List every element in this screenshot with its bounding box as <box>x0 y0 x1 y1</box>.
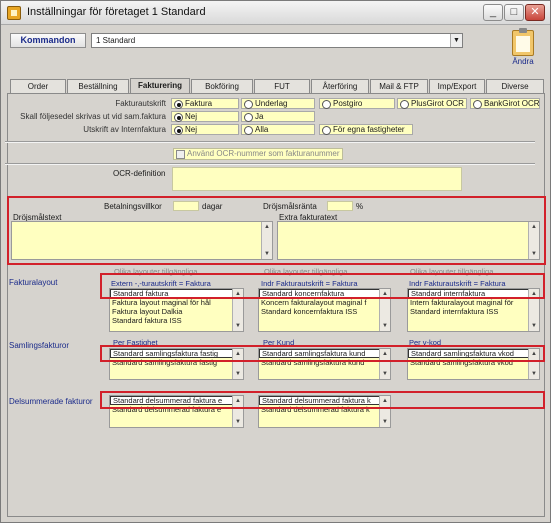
radio-intern-nej[interactable]: Nej <box>171 124 239 135</box>
list-item[interactable]: Faktura layout Dalkia <box>110 307 243 316</box>
chevron-down-icon[interactable]: ▼ <box>450 34 462 47</box>
scroll-down-icon[interactable]: ▼ <box>234 418 242 426</box>
list-item[interactable]: Standard koncernfaktura ISS <box>259 307 390 316</box>
foljesedel-label: Skall följesedel skrivas ut vid sam.fakt… <box>20 112 166 121</box>
company-select-value: 1 Standard <box>96 36 136 45</box>
scroll-down-icon[interactable]: ▼ <box>530 322 538 330</box>
minimize-button[interactable]: _ <box>483 4 503 21</box>
toolbar: Kommandon 1 Standard ▼ Ändra <box>1 26 550 74</box>
tab-imp-export[interactable]: Imp/Export <box>429 79 485 93</box>
settings-window: Inställningar för företaget 1 Standard _… <box>0 0 551 523</box>
samlingsfakturor-label: Samlingsfakturor <box>9 341 70 350</box>
company-select[interactable]: 1 Standard ▼ <box>91 33 463 48</box>
andra-button[interactable]: Ändra <box>506 28 540 70</box>
title-bar: Inställningar för företaget 1 Standard _… <box>1 1 550 25</box>
ocr-number-checkbox[interactable]: Använd OCR-nummer som fakturanummer <box>173 148 343 160</box>
tab-mail-ftp[interactable]: Mail & FTP <box>370 79 428 93</box>
scrollbar[interactable]: ▲ ▼ <box>528 222 539 259</box>
divider <box>5 163 535 165</box>
list-item[interactable]: Faktura layout maginal för hål <box>110 298 243 307</box>
scrollbar[interactable]: ▲ ▼ <box>261 222 272 259</box>
betalningsvillkor-field[interactable] <box>173 201 199 211</box>
radio-intern-egna-fastigheter[interactable]: För egna fastigheter <box>319 124 413 135</box>
betalningsvillkor-label: Betalningsvillkor <box>104 202 162 211</box>
fakturalayout-label: Fakturalayout <box>9 278 58 287</box>
tab-bestallning[interactable]: Beställning <box>67 79 129 93</box>
radio-intern-alla[interactable]: Alla <box>241 124 315 135</box>
ocr-definition-label: OCR-definition <box>113 169 166 178</box>
radio-foljesedel-ja[interactable]: Ja <box>241 111 315 122</box>
tab-strip: Order Beställning Fakturering Bokföring … <box>7 78 545 93</box>
highlight-delsummerade <box>100 391 545 409</box>
window-title: Inställningar för företaget 1 Standard <box>27 6 206 18</box>
maximize-button[interactable]: □ <box>504 4 524 21</box>
fakturautskrift-label: Fakturautskrift <box>115 99 166 108</box>
highlight-samlingsfakturor <box>100 345 545 362</box>
scroll-down-icon[interactable]: ▼ <box>381 418 389 426</box>
scroll-down-icon[interactable]: ▼ <box>381 370 389 378</box>
scroll-up-icon[interactable]: ▲ <box>530 223 538 231</box>
drojsmalsranta-field[interactable] <box>327 201 353 211</box>
radio-faktura[interactable]: Faktura <box>171 98 239 109</box>
scroll-down-icon[interactable]: ▼ <box>263 250 271 258</box>
scroll-down-icon[interactable]: ▼ <box>530 250 538 258</box>
scroll-up-icon[interactable]: ▲ <box>263 223 271 231</box>
radio-underlag[interactable]: Underlag <box>241 98 315 109</box>
app-icon <box>7 6 21 20</box>
list-item[interactable]: Intern fakturalayout maginal för <box>408 298 539 307</box>
list-item[interactable]: Standard internfaktura ISS <box>408 307 539 316</box>
list-item[interactable]: Standard faktura ISS <box>110 316 243 325</box>
tab-bokforing[interactable]: Bokföring <box>191 79 253 93</box>
tab-fut[interactable]: FUT <box>254 79 310 93</box>
scroll-down-icon[interactable]: ▼ <box>381 322 389 330</box>
andra-label: Ändra <box>512 57 534 66</box>
divider <box>5 141 535 143</box>
clipboard-icon <box>512 28 534 56</box>
scroll-down-icon[interactable]: ▼ <box>234 322 242 330</box>
radio-postgiro[interactable]: Postgiro <box>319 98 395 109</box>
tab-fakturering[interactable]: Fakturering <box>130 78 190 93</box>
tab-diverse[interactable]: Diverse <box>486 79 544 93</box>
tab-order[interactable]: Order <box>10 79 66 93</box>
extra-fakturatext-area[interactable]: ▲ ▼ <box>277 221 540 260</box>
delsummerade-label: Delsummerade fakturor <box>9 397 93 406</box>
radio-bankgirot-ocr[interactable]: BankGirot OCR <box>470 98 540 109</box>
scroll-down-icon[interactable]: ▼ <box>530 370 538 378</box>
drojsmalstext-area[interactable]: ▲ ▼ <box>11 221 273 260</box>
radio-plusgirot-ocr[interactable]: PlusGirot OCR <box>397 98 467 109</box>
list-item[interactable]: Koncern fakturalayout maginal f <box>259 298 390 307</box>
internfaktura-label: Utskrift av Internfaktura <box>83 125 166 134</box>
tab-aterforing[interactable]: Återföring <box>311 79 369 93</box>
radio-foljesedel-nej[interactable]: Nej <box>171 111 239 122</box>
drojsmalsranta-label: Dröjsmålsränta <box>263 202 317 211</box>
commands-button[interactable]: Kommandon <box>10 33 86 48</box>
percent-unit: % <box>356 202 364 211</box>
scroll-down-icon[interactable]: ▼ <box>234 370 242 378</box>
dagar-unit: dagar <box>202 202 223 211</box>
close-button[interactable]: ✕ <box>525 4 545 21</box>
ocr-definition-field[interactable] <box>172 167 462 191</box>
highlight-fakturalayout <box>100 273 545 299</box>
